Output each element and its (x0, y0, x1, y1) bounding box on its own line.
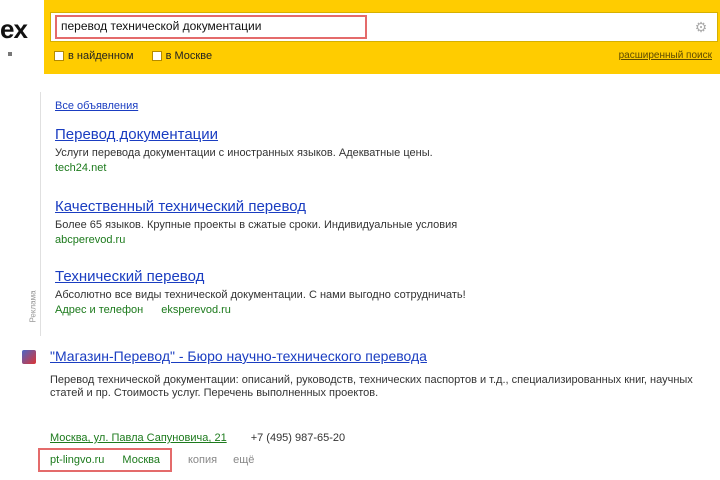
address-link[interactable]: Москва, ул. Павла Сапуновича, 21 (50, 432, 227, 444)
filter-moscow[interactable]: в Москве (151, 50, 213, 62)
site-city-highlight: pt-lingvo.ru Москва (38, 448, 172, 472)
ad-url[interactable]: tech24.net (55, 162, 675, 174)
gear-icon[interactable]: ⚙ (693, 19, 709, 35)
search-filters: в найденном в Москве (54, 48, 212, 64)
ad-links: Адрес и телефон eksperevod.ru (55, 304, 675, 316)
site-link[interactable]: pt-lingvo.ru (50, 454, 104, 466)
result-contact: Москва, ул. Павла Сапуновича, 21 +7 (495… (50, 432, 345, 444)
logo[interactable]: ex (0, 14, 28, 45)
favicon-icon (22, 350, 36, 364)
result-title-link[interactable]: "Магазин-Перевод" - Бюро научно-техничес… (50, 348, 427, 364)
ad-text: Услуги перевода документации с иностранн… (55, 147, 433, 159)
filter-found[interactable]: в найденном (54, 50, 134, 62)
filter-label: в найденном (68, 50, 134, 62)
result-bottom-row: pt-lingvo.ru Москва копия ещё (38, 448, 254, 472)
cached-copy-link[interactable]: копия (188, 454, 217, 466)
ad-item: Перевод документации Услуги перевода док… (55, 126, 675, 174)
ads-block: Реклама Все объявления Перевод документа… (29, 92, 691, 336)
advanced-search-link[interactable]: расширенный поиск (619, 50, 712, 61)
result-snippet: Перевод технической документации: описан… (50, 374, 693, 399)
search-input[interactable]: перевод технической документации (61, 19, 261, 33)
ads-vertical-label: Реклама (28, 290, 38, 323)
address-phone-link[interactable]: Адрес и телефон (55, 304, 143, 316)
ad-title-link[interactable]: Технический перевод (55, 268, 675, 285)
ad-item: Качественный технический перевод Более 6… (55, 198, 675, 246)
phone-number: +7 (495) 987-65-20 (250, 432, 346, 444)
ad-url[interactable]: abcperevod.ru (55, 234, 675, 246)
checkbox-icon[interactable] (151, 51, 162, 61)
checkbox-icon[interactable] (54, 51, 64, 61)
ad-item: Технический перевод Абсолютно все виды т… (55, 268, 675, 316)
ad-site-link[interactable]: eksperevod.ru (161, 304, 231, 316)
ad-text: Более 65 языков. Крупные проекты в сжаты… (55, 219, 458, 231)
city-link[interactable]: Москва (122, 454, 160, 466)
search-header: перевод технической документации ⚙ в най… (44, 0, 720, 74)
filter-label: в Москве (165, 50, 213, 62)
organic-result: "Магазин-Перевод" - Бюро научно-техничес… (22, 346, 712, 476)
ad-title-link[interactable]: Перевод документации (55, 126, 675, 143)
search-box: перевод технической документации ⚙ (50, 12, 718, 42)
more-link[interactable]: ещё (233, 454, 254, 466)
all-ads-link[interactable]: Все объявления (55, 100, 138, 112)
rail-marker (8, 52, 12, 56)
ad-title-link[interactable]: Качественный технический перевод (55, 198, 675, 215)
ad-text: Абсолютно все виды технической документа… (55, 289, 466, 301)
